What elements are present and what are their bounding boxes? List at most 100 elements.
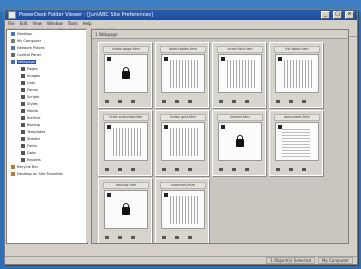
view-icon[interactable] bbox=[118, 100, 122, 103]
open-icon[interactable] bbox=[105, 236, 109, 239]
info-icon[interactable] bbox=[131, 168, 135, 171]
page-preview bbox=[104, 190, 148, 229]
title-bar[interactable]: PowerDesk Folder Viewer - [Jun\ABC Site … bbox=[5, 10, 357, 20]
window-title: PowerDesk Folder Viewer - [Jun\ABC Site … bbox=[19, 12, 153, 18]
menu-view[interactable]: View bbox=[32, 21, 42, 26]
status-selection: 1 Object(s) Selected bbox=[266, 257, 316, 264]
tree-item[interactable]: Media bbox=[7, 107, 87, 114]
tree-item[interactable]: Shared bbox=[7, 135, 87, 142]
folder-icon bbox=[21, 129, 25, 134]
tree-item[interactable]: Webpage bbox=[7, 58, 87, 65]
info-icon[interactable] bbox=[302, 100, 306, 103]
tree-item-label: Pages bbox=[27, 66, 38, 71]
info-icon[interactable] bbox=[245, 100, 249, 103]
view-icon[interactable] bbox=[175, 168, 179, 171]
tree-item-label: Network Places bbox=[17, 45, 45, 50]
info-icon[interactable] bbox=[302, 168, 306, 171]
view-icon[interactable] bbox=[175, 100, 179, 103]
folder-icon bbox=[21, 94, 25, 99]
file-thumbnail-card[interactable]: index grid.htm bbox=[155, 110, 209, 176]
tree-item[interactable]: Control Panel bbox=[7, 51, 87, 58]
open-icon[interactable] bbox=[162, 168, 166, 171]
select-marker-icon bbox=[164, 125, 168, 129]
info-icon[interactable] bbox=[245, 168, 249, 171]
tree-item[interactable]: Desktop bbox=[7, 30, 87, 37]
open-icon[interactable] bbox=[105, 168, 109, 171]
open-icon[interactable] bbox=[276, 168, 280, 171]
menu-file[interactable]: File bbox=[8, 21, 15, 26]
folder-icon bbox=[21, 122, 25, 127]
tree-item-label: Control Panel bbox=[17, 52, 41, 57]
info-icon[interactable] bbox=[188, 100, 192, 103]
view-icon[interactable] bbox=[232, 168, 236, 171]
file-thumbnail-card[interactable]: document.htm bbox=[269, 110, 323, 176]
pane-splitter[interactable] bbox=[86, 29, 90, 242]
tree-item-label: Images bbox=[27, 73, 41, 78]
tree-item[interactable]: Pages bbox=[7, 65, 87, 72]
tree-item[interactable]: Styles bbox=[7, 100, 87, 107]
page-preview bbox=[161, 190, 205, 229]
tree-item[interactable]: Forms bbox=[7, 86, 87, 93]
menu-help[interactable]: Help bbox=[83, 21, 92, 26]
file-thumbnail-card[interactable]: chart lists.htm bbox=[212, 42, 266, 108]
minimize-button[interactable]: _ bbox=[321, 11, 330, 19]
select-marker-icon bbox=[278, 57, 282, 61]
info-icon[interactable] bbox=[131, 100, 135, 103]
folder-tree[interactable]: Desktop My Computer Network Places Control … bbox=[6, 29, 88, 244]
open-icon[interactable] bbox=[162, 100, 166, 103]
tree-item[interactable]: My Computer bbox=[7, 37, 87, 44]
menu-window[interactable]: Window bbox=[47, 21, 63, 26]
info-icon[interactable] bbox=[131, 236, 135, 239]
open-icon[interactable] bbox=[276, 100, 280, 103]
maximize-button[interactable]: □ bbox=[333, 11, 342, 19]
folder-icon bbox=[21, 157, 25, 162]
file-thumbnail-card[interactable]: index page.htm bbox=[98, 42, 152, 108]
file-thumbnail-card[interactable]: locked.htm bbox=[212, 110, 266, 176]
open-icon[interactable] bbox=[219, 100, 223, 103]
tree-item[interactable]: Fonts bbox=[7, 142, 87, 149]
file-thumbnail-card[interactable]: data tables.htm bbox=[155, 42, 209, 108]
tree-item[interactable]: Backup bbox=[7, 121, 87, 128]
info-icon[interactable] bbox=[188, 236, 192, 239]
thumbnail-actions bbox=[105, 100, 135, 103]
tree-item[interactable]: Reports bbox=[7, 156, 87, 163]
tree-item[interactable]: Archive bbox=[7, 114, 87, 121]
folder-icon bbox=[21, 115, 25, 120]
page-content bbox=[170, 60, 198, 88]
view-icon[interactable] bbox=[232, 100, 236, 103]
tree-item[interactable]: Recycle Bin bbox=[7, 163, 87, 170]
info-icon[interactable] bbox=[188, 168, 192, 171]
thumbnail-caption: document.htm bbox=[274, 114, 320, 121]
thumbnail-actions bbox=[219, 100, 249, 103]
thumbnail-actions bbox=[105, 236, 135, 239]
tree-item[interactable]: Desktop on Site Favorites bbox=[7, 170, 87, 177]
view-icon[interactable] bbox=[118, 236, 122, 239]
tree-item[interactable]: Data bbox=[7, 149, 87, 156]
folder-icon bbox=[11, 45, 15, 50]
thumbnail-actions bbox=[162, 236, 192, 239]
file-thumbnail-card[interactable]: lines overview.htm bbox=[98, 110, 152, 176]
file-thumbnail-card[interactable]: list table.htm bbox=[269, 42, 323, 108]
tree-item[interactable]: Lists bbox=[7, 79, 87, 86]
tree-item[interactable]: Templates bbox=[7, 128, 87, 135]
thumbnail-caption: list table.htm bbox=[274, 46, 320, 53]
select-marker-icon bbox=[107, 57, 111, 61]
open-icon[interactable] bbox=[219, 168, 223, 171]
folder-icon bbox=[11, 59, 15, 64]
menu-tools[interactable]: Tools bbox=[68, 21, 78, 26]
open-icon[interactable] bbox=[162, 236, 166, 239]
close-button[interactable]: × bbox=[345, 11, 354, 19]
view-icon[interactable] bbox=[118, 168, 122, 171]
tree-item[interactable]: Scripts bbox=[7, 93, 87, 100]
page-content bbox=[113, 128, 141, 156]
tree-item[interactable]: Images bbox=[7, 72, 87, 79]
open-icon[interactable] bbox=[105, 100, 109, 103]
tree-item[interactable]: Network Places bbox=[7, 44, 87, 51]
menu-edit[interactable]: Edit bbox=[20, 21, 28, 26]
view-icon[interactable] bbox=[289, 100, 293, 103]
file-thumbnail-card[interactable]: backup.htm bbox=[98, 178, 152, 243]
view-icon[interactable] bbox=[289, 168, 293, 171]
tree-item-label: Data bbox=[27, 150, 36, 155]
view-icon[interactable] bbox=[175, 236, 179, 239]
file-thumbnail-card[interactable]: summary.htm bbox=[155, 178, 209, 243]
